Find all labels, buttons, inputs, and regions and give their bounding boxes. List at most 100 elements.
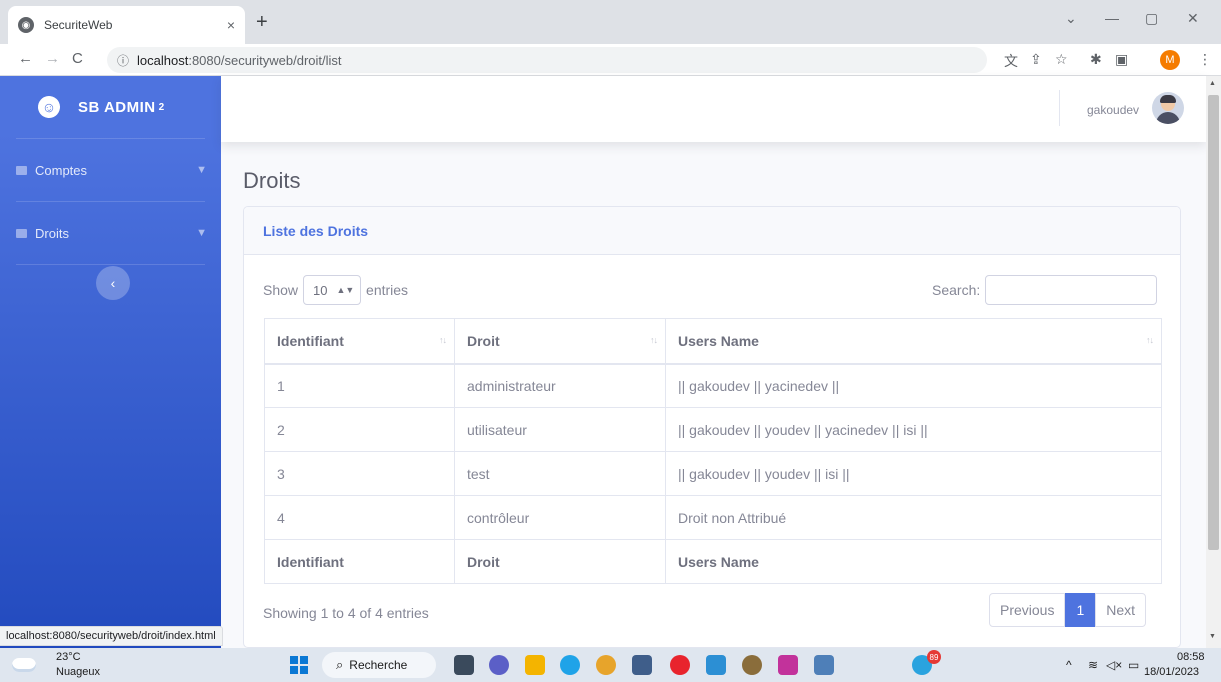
store-icon[interactable]	[632, 655, 652, 675]
wifi-icon[interactable]: ≋	[1088, 658, 1098, 672]
search-label: Search:	[932, 282, 981, 298]
column-header-label: Users Name	[678, 332, 759, 349]
topbar-divider	[1059, 90, 1060, 126]
file-explorer-icon[interactable]	[525, 655, 545, 675]
translate-icon[interactable]: 文	[1004, 51, 1018, 71]
settings-app-icon[interactable]	[742, 655, 762, 675]
volume-icon[interactable]: ◁×	[1106, 658, 1122, 672]
taskbar-search-label: Recherche	[349, 658, 408, 672]
chevron-down-icon: ▼	[196, 164, 207, 176]
page-length-value: 10	[313, 282, 328, 298]
laugh-wink-icon: ☺	[35, 93, 63, 121]
column-header-users-name[interactable]: Users Name ↑↓	[665, 318, 1162, 365]
extensions-icon[interactable]: ✱	[1090, 51, 1102, 68]
bookmark-star-icon[interactable]: ☆	[1055, 51, 1068, 68]
previous-page-button[interactable]: Previous	[989, 593, 1066, 627]
edge-icon[interactable]	[560, 655, 580, 675]
cell-droit: utilisateur	[454, 407, 666, 452]
brand-text: SB ADMIN	[78, 98, 156, 116]
postman-icon[interactable]	[778, 655, 798, 675]
profile-avatar[interactable]: M	[1160, 50, 1180, 70]
sidebar-item-comptes[interactable]: Comptes ▼	[0, 139, 221, 201]
forward-button[interactable]: →	[45, 50, 60, 67]
teams-chat-icon[interactable]	[489, 655, 509, 675]
brand-superscript: 2	[158, 101, 165, 113]
user-name[interactable]: gakoudev	[1087, 103, 1139, 117]
browser-tab[interactable]: ◉ SecuriteWeb ×	[8, 6, 245, 44]
folder-icon	[16, 165, 27, 175]
scrollbar-thumb[interactable]	[1208, 95, 1219, 550]
restore-button[interactable]: ▢	[1145, 10, 1158, 27]
page-1-button[interactable]: 1	[1065, 593, 1096, 627]
page-length-select[interactable]: 10 ▲▼	[303, 275, 362, 305]
tray-chevron-up-icon[interactable]: ^	[1066, 658, 1072, 672]
cell-droit: administrateur	[454, 363, 666, 408]
sidebar-item-droits[interactable]: Droits ▼	[0, 202, 221, 264]
minimize-button[interactable]: —	[1105, 10, 1119, 26]
user-avatar[interactable]	[1152, 92, 1184, 124]
url-field[interactable]: ⓘ localhost:8080/securityweb/droit/list	[107, 47, 987, 73]
tab-title: SecuriteWeb	[44, 18, 113, 32]
cell-identifiant: 4	[264, 495, 455, 540]
windows-taskbar: 23°C Nuageux ⌕ Recherche 89 ^ ≋ ◁× ▭ 08:…	[0, 648, 1221, 682]
chrome-icon[interactable]	[596, 655, 616, 675]
url-host: localhost	[137, 52, 189, 68]
taskbar-search[interactable]: ⌕ Recherche	[322, 652, 436, 678]
column-header-droit[interactable]: Droit ↑↓	[454, 318, 666, 365]
sidebar-item-label: Droits	[35, 225, 69, 241]
column-header-label: Droit	[467, 332, 500, 349]
sidebar-divider	[16, 264, 205, 265]
windows-start-icon[interactable]	[290, 656, 308, 674]
footer-droit: Droit	[454, 539, 666, 584]
card-header: Liste des Droits	[244, 207, 1180, 255]
vscode-icon[interactable]	[706, 655, 726, 675]
table-info: Showing 1 to 4 of 4 entries	[263, 605, 429, 621]
cell-identifiant: 1	[264, 363, 455, 408]
next-page-button[interactable]: Next	[1095, 593, 1147, 627]
topbar: gakoudev	[221, 76, 1206, 142]
cell-identifiant: 3	[264, 451, 455, 496]
weather-description: Nuageux	[56, 666, 101, 678]
opera-icon[interactable]	[670, 655, 690, 675]
close-window-button[interactable]: ✕	[1187, 10, 1199, 27]
scroll-up-arrow-icon[interactable]: ▲	[1209, 80, 1216, 87]
droits-card: Liste des Droits Show 10 ▲▼ entries Sear…	[243, 206, 1181, 648]
clock-time[interactable]: 08:58	[1177, 651, 1205, 663]
tab-close-icon[interactable]: ×	[227, 17, 235, 33]
share-icon[interactable]: ⇪	[1030, 51, 1042, 68]
footer-identifiant: Identifiant	[264, 539, 455, 584]
table-footer-row: Identifiant Droit Users Name	[264, 539, 1162, 584]
sidebar-item-label: Comptes	[35, 162, 88, 178]
table-row: 4 contrôleur Droit non Attribué	[264, 495, 1162, 540]
clock-date[interactable]: 18/01/2023	[1144, 666, 1199, 678]
column-header-identifiant[interactable]: Identifiant ↑↓	[264, 318, 455, 365]
cell-users-name: Droit non Attribué	[665, 495, 1162, 540]
chevron-down-icon: ▼	[196, 227, 207, 239]
side-panel-icon[interactable]: ▣	[1115, 51, 1128, 68]
cell-users-name: || gakoudev || youdev || isi ||	[665, 451, 1162, 496]
status-bar-url: localhost:8080/securityweb/droit/index.h…	[0, 626, 223, 646]
brand-link[interactable]: ☺ SB ADMIN 2	[0, 76, 221, 138]
battery-icon[interactable]: ▭	[1128, 658, 1139, 672]
search-input[interactable]	[985, 275, 1158, 305]
table-row: 2 utilisateur || gakoudev || youdev || y…	[264, 407, 1162, 452]
new-tab-button[interactable]: +	[256, 11, 268, 34]
browser-menu-icon[interactable]: ⋮	[1198, 51, 1212, 68]
page-title: Droits	[243, 168, 301, 193]
info-icon[interactable]: ⓘ	[117, 52, 129, 69]
remote-desktop-icon[interactable]	[814, 655, 834, 675]
avatar-hair	[1160, 95, 1176, 103]
task-view-icon[interactable]	[454, 655, 474, 675]
folder-icon	[16, 228, 27, 238]
cell-users-name: || gakoudev || yacinedev ||	[665, 363, 1162, 408]
weather-temperature: 23°C	[56, 651, 81, 663]
sidebar-toggle-button[interactable]: ‹	[96, 266, 130, 300]
address-bar: ← → C ⓘ localhost:8080/securityweb/droit…	[0, 44, 1221, 76]
droits-table: Identifiant ↑↓ Droit ↑↓ Users Name ↑↓ 1 adm…	[264, 318, 1162, 584]
scroll-down-arrow-icon[interactable]: ▼	[1209, 633, 1216, 640]
tab-search-icon[interactable]: ⌄	[1065, 10, 1077, 27]
reload-button[interactable]: C	[72, 50, 83, 67]
back-button[interactable]: ←	[18, 50, 33, 67]
browser-tab-strip: ◉ SecuriteWeb × + ⌄ — ▢ ✕	[0, 0, 1221, 44]
cloud-icon[interactable]	[12, 658, 36, 672]
